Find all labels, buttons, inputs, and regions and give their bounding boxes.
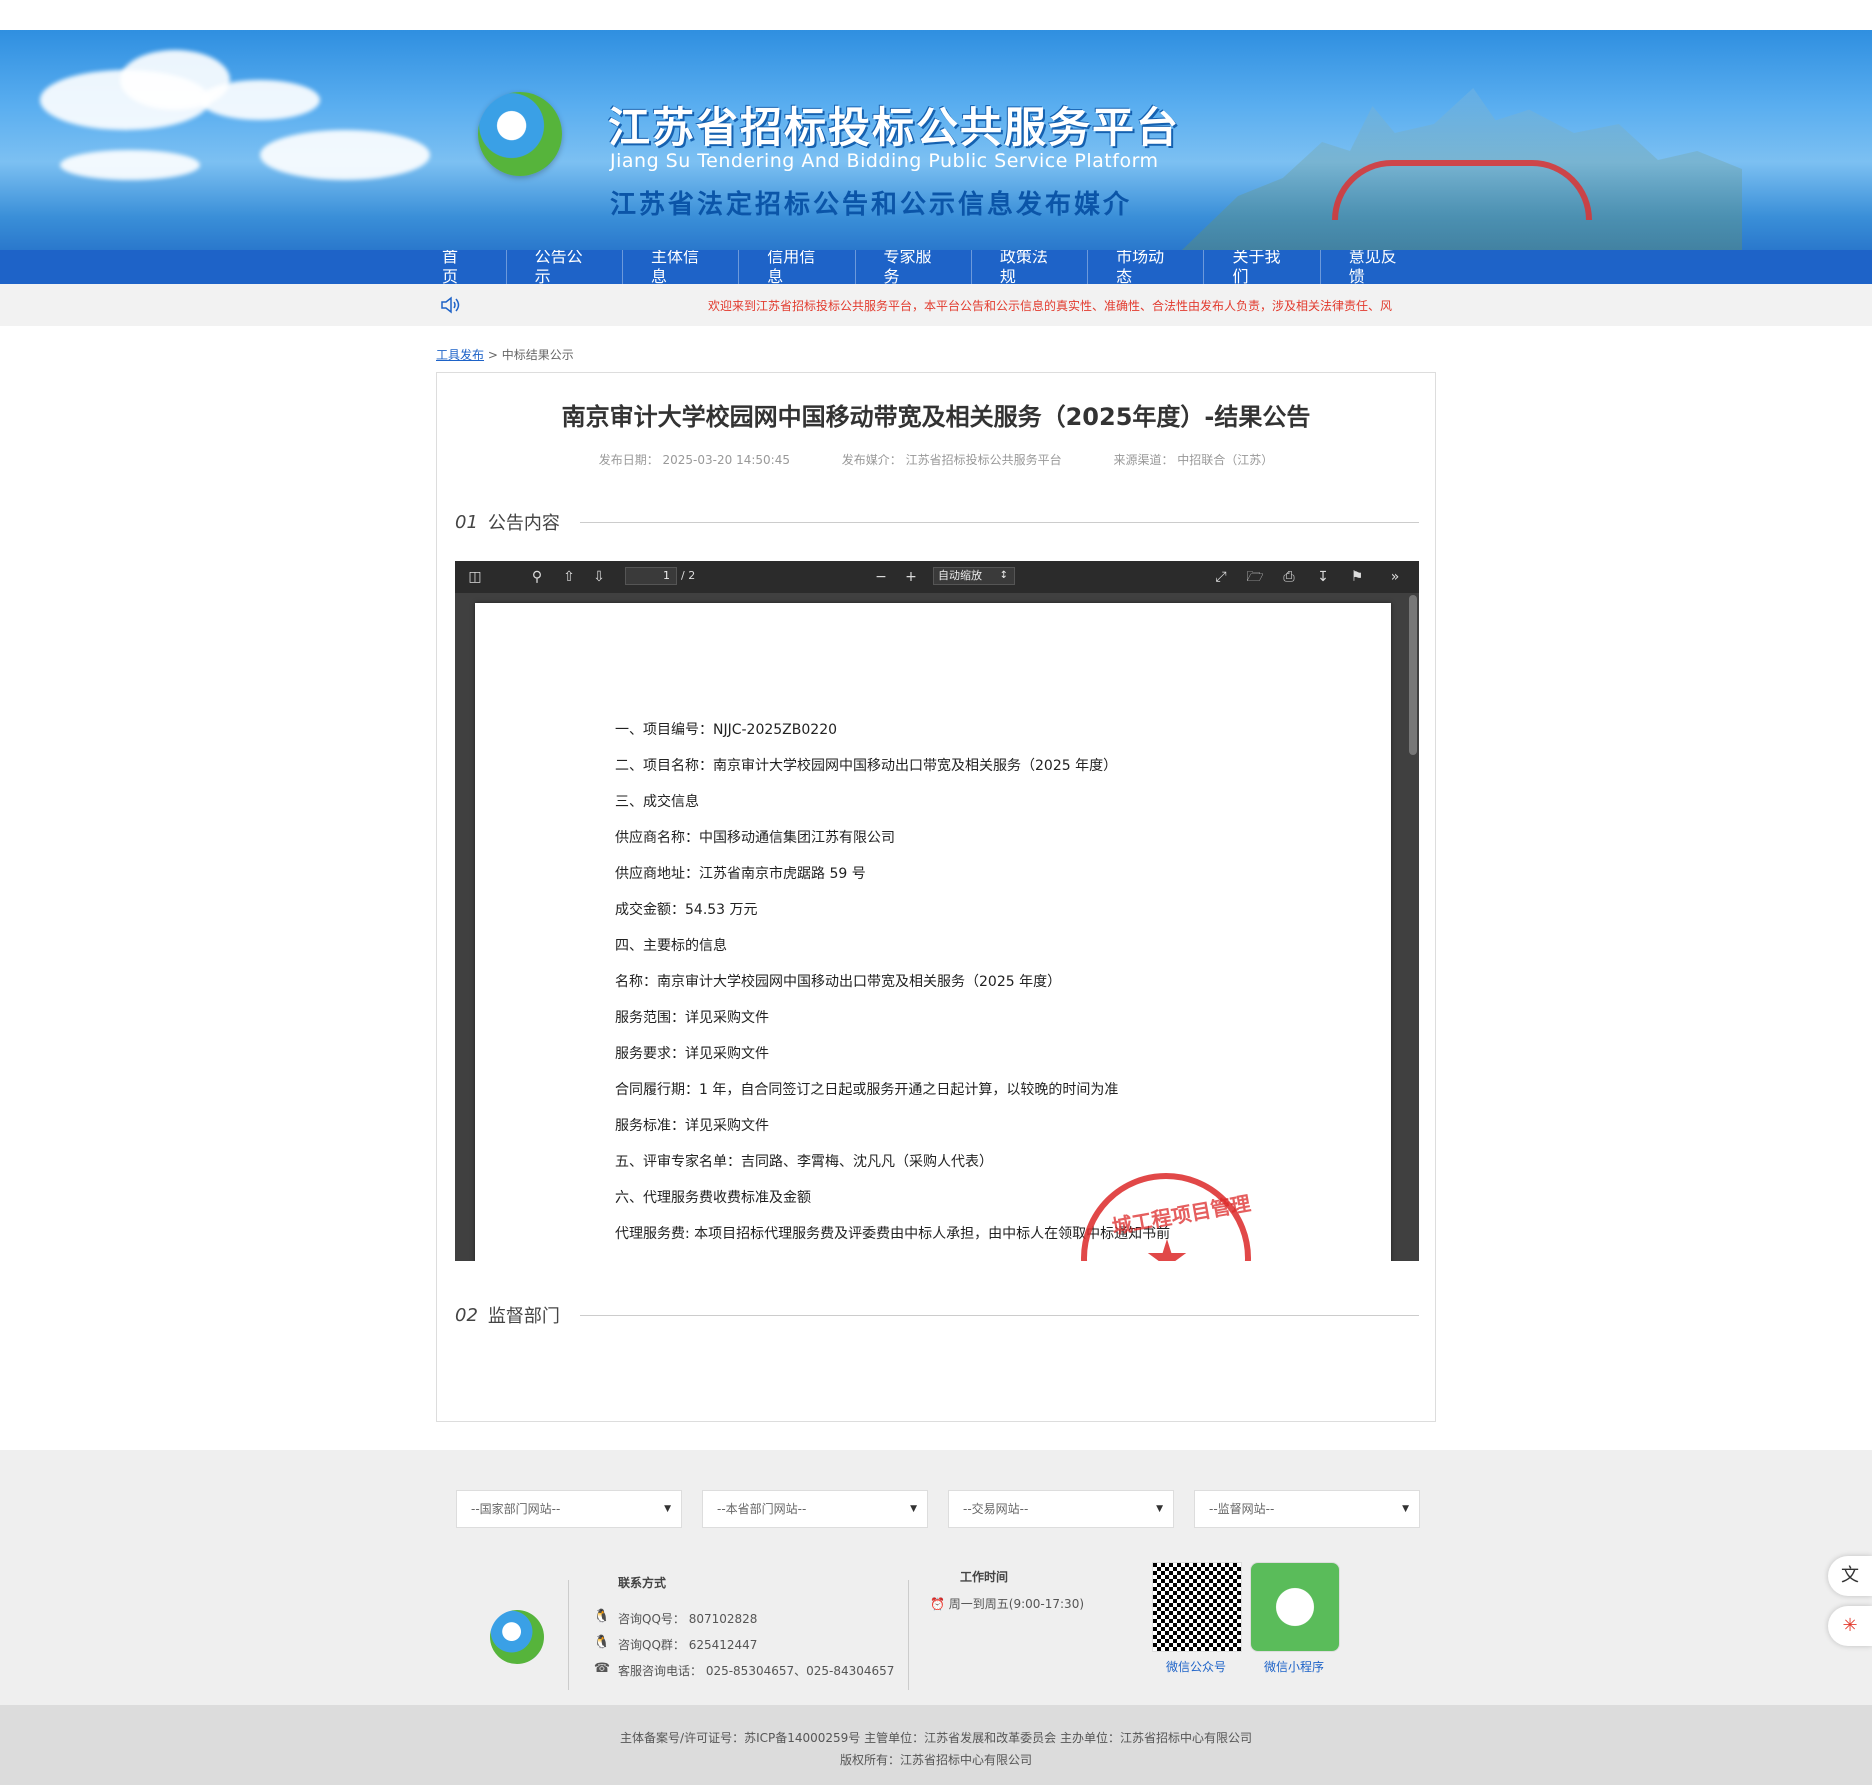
phone-icon: ☎ xyxy=(593,1661,611,1676)
section-number: 02 xyxy=(455,1304,478,1326)
nav-announcements[interactable]: 公告公示 xyxy=(507,247,623,287)
search-icon[interactable]: ⚲ xyxy=(527,567,547,587)
publish-date: 发布日期： 2025-03-20 14:50:45 xyxy=(598,453,790,467)
top-strip xyxy=(0,0,1872,30)
sidebar-toggle-icon[interactable]: ◫ xyxy=(465,567,485,587)
doc-line: 服务要求：详见采购文件 xyxy=(615,1046,769,1062)
doc-line: 供应商名称：中国移动通信集团江苏有限公司 xyxy=(615,830,895,846)
doc-line: 合同履行期：1 年，自合同签订之日起或服务开通之日起计算，以较晚的时间为准 xyxy=(615,1082,1119,1098)
fullscreen-icon[interactable]: ⤢ xyxy=(1211,567,1231,587)
site-title: 江苏省招标投标公共服务平台 xyxy=(608,103,1181,152)
page-number-input[interactable]: 1 xyxy=(625,567,677,585)
work-hours: 工作时间 ⏰ 周一到周五(9:00-17:30) xyxy=(930,1568,1084,1612)
trading-site-select[interactable]: --交易网站-- xyxy=(948,1490,1174,1528)
qq-number: 咨询QQ号： 807102828 xyxy=(618,1611,758,1626)
page-total: / 2 xyxy=(681,569,696,582)
nav-entity-info[interactable]: 主体信息 xyxy=(623,247,740,287)
contact-title: 联系方式 xyxy=(618,1576,667,1590)
notice-bar: 欢迎来到江苏省招标投标公共服务平台，本平台公告和公示信息的真实性、准确性、合法性… xyxy=(0,284,1872,326)
download-icon[interactable]: ↧ xyxy=(1313,567,1333,587)
platform-logo[interactable] xyxy=(478,92,562,176)
doc-line: 四、主要标的信息 xyxy=(615,938,727,954)
breadcrumb-separator: > xyxy=(487,348,498,362)
doc-line: 三、成交信息 xyxy=(615,794,699,810)
copyright-bar: 主体备案号/许可证号：苏ICP备14000259号 主管单位：江苏省发展和改革委… xyxy=(0,1705,1872,1785)
zoom-select[interactable]: 自动缩放 xyxy=(933,567,1015,585)
copyright: 版权所有：江苏省招标中心有限公司 xyxy=(839,1753,1032,1767)
contact-info: 联系方式 🐧 咨询QQ号： 807102828 🐧 咨询QQ群： 625412447… xyxy=(592,1574,895,1683)
supervision-site-select[interactable]: --监督网站-- xyxy=(1194,1490,1420,1528)
main-nav: 首页 公告公示 主体信息 信用信息 专家服务 政策法规 市场动态 关于我们 意见… xyxy=(0,247,1872,287)
doc-line: 成交金额：54.53 万元 xyxy=(615,902,758,918)
pdf-scrollbar[interactable] xyxy=(1409,595,1417,755)
section-supervision-header: 02 监督部门 xyxy=(455,1302,1419,1328)
section-content-header: 01 公告内容 xyxy=(455,509,1419,535)
bookmark-icon[interactable]: ⚑ xyxy=(1347,567,1367,587)
pdf-toolbar: ◫ ⚲ ⇧ ⇩ 1 / 2 − + 自动缩放 ⤢ 🗁 ⎙ ↧ ⚑ » xyxy=(455,561,1419,593)
national-dept-select[interactable]: --国家部门网站-- xyxy=(456,1490,682,1528)
zoom-out-icon[interactable]: − xyxy=(871,567,891,587)
site-links: --国家部门网站-- --本省部门网站-- --交易网站-- --监督网站-- xyxy=(456,1490,1420,1528)
footer: --国家部门网站-- --本省部门网站-- --交易网站-- --监督网站-- … xyxy=(0,1450,1872,1705)
source-channel: 来源渠道： 中招联合（江苏） xyxy=(1113,453,1274,467)
breadcrumb-link[interactable]: 工具发布 xyxy=(436,348,484,362)
icp-info: 主体备案号/许可证号：苏ICP备14000259号 主管单位：江苏省发展和改革委… xyxy=(620,1731,1252,1745)
provincial-dept-select[interactable]: --本省部门网站-- xyxy=(702,1490,928,1528)
doc-line: 服务标准：详见采购文件 xyxy=(615,1118,769,1134)
doc-line: 供应商地址：江苏省南京市虎踞路 59 号 xyxy=(615,866,866,882)
section-label: 监督部门 xyxy=(487,1306,560,1327)
pdf-viewer[interactable]: ◫ ⚲ ⇧ ⇩ 1 / 2 − + 自动缩放 ⤢ 🗁 ⎙ ↧ ⚑ » 一、项目编… xyxy=(455,561,1419,1261)
doc-line: 二、项目名称：南京审计大学校园网中国移动出口带宽及相关服务（2025 年度） xyxy=(615,758,1118,774)
breadcrumb: 工具发布 > 中标结果公示 xyxy=(436,346,574,363)
publish-media: 发布媒介： 江苏省招标投标公共服务平台 xyxy=(841,453,1062,467)
nav-market-news[interactable]: 市场动态 xyxy=(1088,247,1205,287)
work-title: 工作时间 xyxy=(960,1570,1009,1584)
nav-credit-info[interactable]: 信用信息 xyxy=(739,247,856,287)
doc-line: 六、代理服务费收费标准及金额 xyxy=(615,1190,811,1206)
section-number: 01 xyxy=(455,511,478,533)
pdf-page: 一、项目编号：NJJC-2025ZB0220 二、项目名称：南京审计大学校园网中… xyxy=(475,603,1391,1261)
translate-icon[interactable]: 文 xyxy=(1828,1556,1872,1596)
article-card: 南京审计大学校园网中国移动带宽及相关服务（2025年度）-结果公告 发布日期： … xyxy=(436,372,1436,1422)
clock-icon: ⏰ xyxy=(930,1597,945,1611)
speaker-icon xyxy=(441,296,460,314)
next-page-icon[interactable]: ⇩ xyxy=(589,567,609,587)
notice-text: 欢迎来到江苏省招标投标公共服务平台，本平台公告和公示信息的真实性、准确性、合法性… xyxy=(708,299,1393,313)
doc-line: 一、项目编号：NJJC-2025ZB0220 xyxy=(615,722,838,738)
article-title: 南京审计大学校园网中国移动带宽及相关服务（2025年度）-结果公告 xyxy=(561,403,1311,431)
wechat-miniprogram-qr xyxy=(1250,1562,1340,1652)
print-icon[interactable]: ⎙ xyxy=(1279,567,1299,587)
doc-line: 五、评审专家名单：吉同路、李霄梅、沈凡凡（采购人代表） xyxy=(615,1154,993,1170)
qq-icon: 🐧 xyxy=(593,1609,611,1624)
nav-policy[interactable]: 政策法规 xyxy=(972,247,1089,287)
previous-page-icon[interactable]: ⇧ xyxy=(559,567,579,587)
nav-expert-service[interactable]: 专家服务 xyxy=(856,247,972,287)
nav-home[interactable]: 首页 xyxy=(436,247,507,287)
site-subtitle: 江苏省法定招标公告和公示信息发布媒介 xyxy=(610,190,1133,220)
nav-about[interactable]: 关于我们 xyxy=(1204,247,1321,287)
nav-feedback[interactable]: 意见反馈 xyxy=(1321,247,1436,287)
open-file-icon[interactable]: 🗁 xyxy=(1245,567,1265,587)
qq-group-icon: 🐧 xyxy=(593,1635,611,1650)
qq-group: 咨询QQ群： 625412447 xyxy=(618,1637,758,1652)
pdf-text: 一、项目编号：NJJC-2025ZB0220 二、项目名称：南京审计大学校园网中… xyxy=(615,721,1170,1261)
breadcrumb-current: 中标结果公示 xyxy=(501,348,574,362)
doc-line: 服务范围：详见采购文件 xyxy=(615,1010,769,1026)
site-title-en: Jiang Su Tendering And Bidding Public Se… xyxy=(610,150,1159,172)
work-hours-text: 周一到周五(9:00-17:30) xyxy=(948,1597,1085,1611)
footer-logo xyxy=(490,1610,544,1664)
qr1-label: 微信公众号 xyxy=(1166,1660,1227,1674)
article-meta: 发布日期： 2025-03-20 14:50:45 发布媒介： 江苏省招标投标公… xyxy=(437,451,1435,468)
qr2-label: 微信小程序 xyxy=(1264,1660,1325,1674)
section-label: 公告内容 xyxy=(487,513,560,534)
wechat-official-qr xyxy=(1152,1562,1242,1652)
zoom-in-icon[interactable]: + xyxy=(901,567,921,587)
tools-menu-icon[interactable]: » xyxy=(1385,567,1405,587)
share-icon[interactable]: ✳ xyxy=(1828,1606,1872,1646)
header-banner: 江苏省招标投标公共服务平台 Jiang Su Tendering And Bid… xyxy=(0,30,1872,250)
doc-line: 名称：南京审计大学校园网中国移动出口带宽及相关服务（2025 年度） xyxy=(615,974,1062,990)
service-phone: 客服咨询电话： 025-85304657、025-84304657 xyxy=(618,1663,895,1678)
